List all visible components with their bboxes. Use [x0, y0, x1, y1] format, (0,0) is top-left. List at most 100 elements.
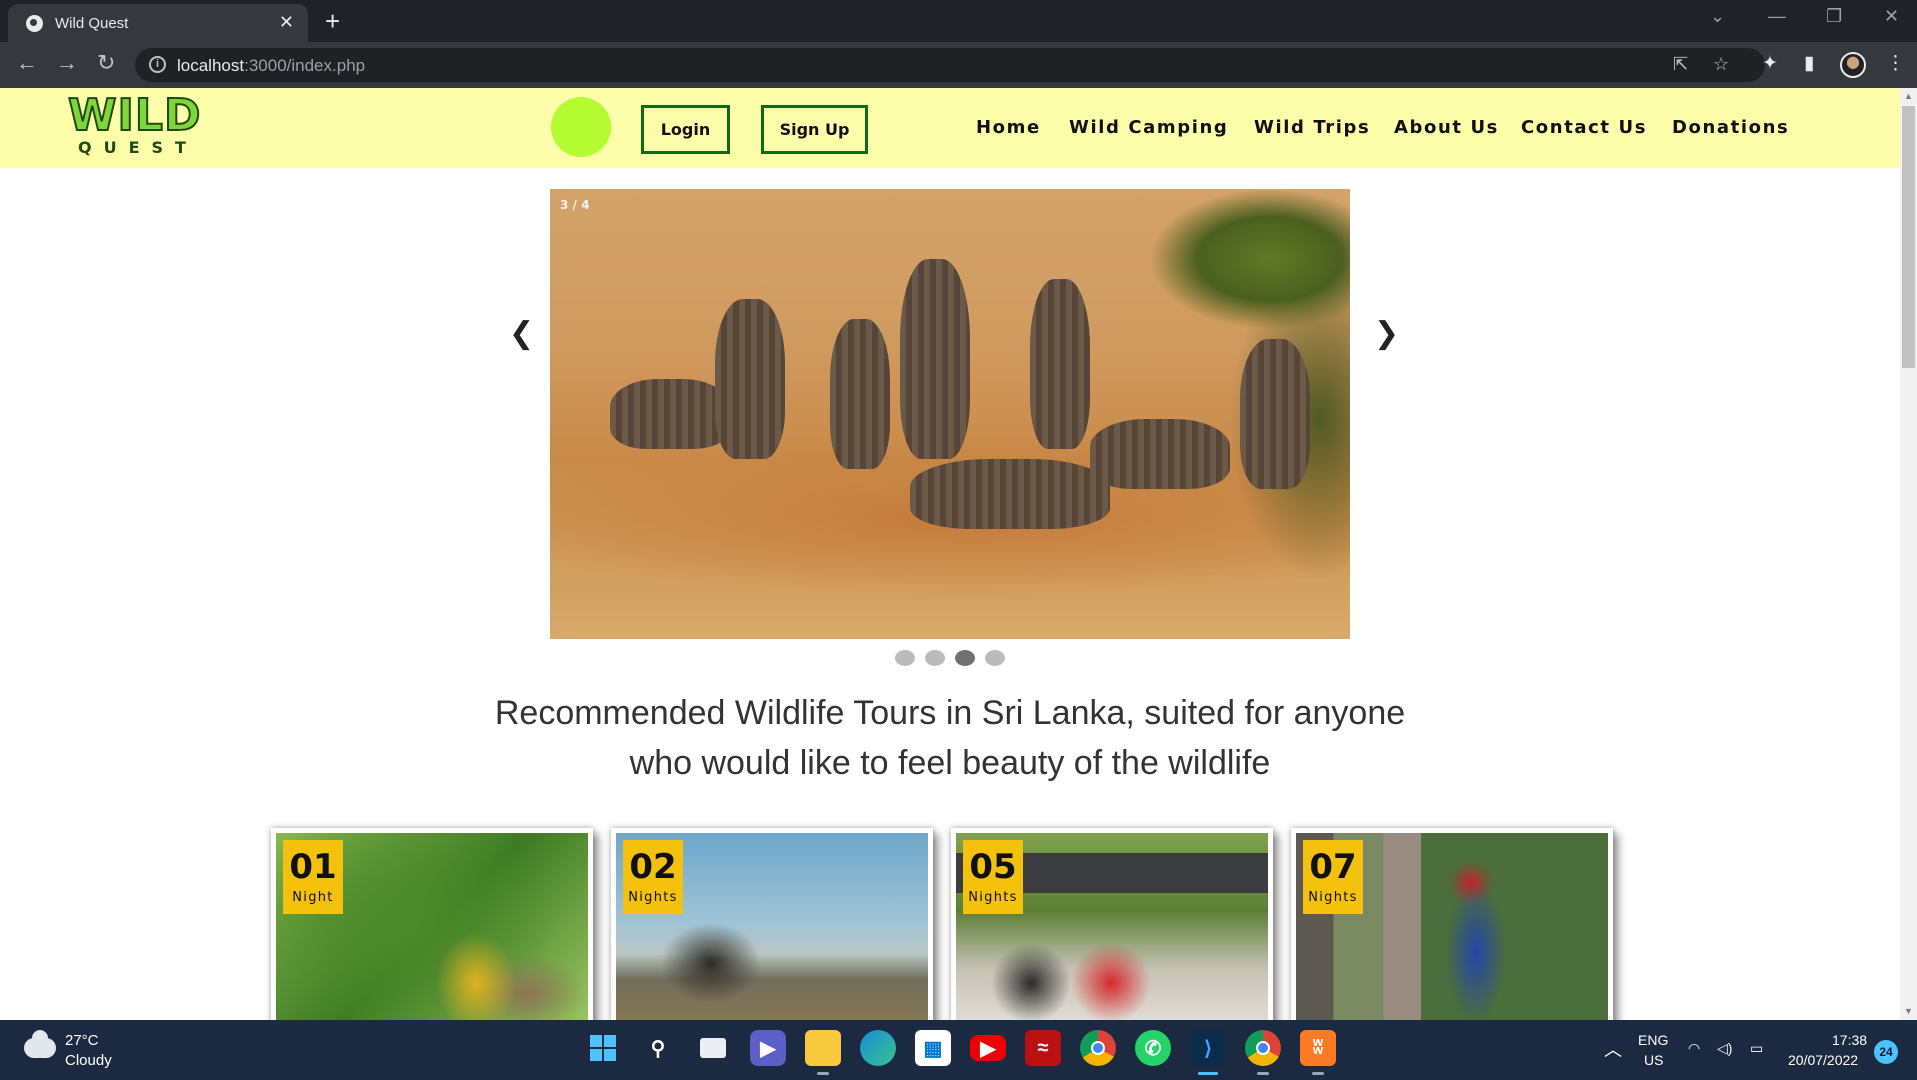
app-icon[interactable]: ≈: [1025, 1030, 1061, 1066]
url-text[interactable]: localhost:3000/index.php: [177, 56, 365, 76]
nav-home[interactable]: Home: [976, 117, 1041, 138]
forward-arrow-icon[interactable]: →: [56, 52, 78, 74]
duration-number: 01: [289, 847, 337, 887]
back-arrow-icon[interactable]: ←: [16, 52, 38, 74]
duration-badge: 02 Nights: [623, 840, 683, 914]
extensions-icon[interactable]: ✦: [1762, 52, 1778, 75]
wild-quest-logo[interactable]: WILD QUEST: [67, 93, 201, 160]
share-icon[interactable]: ⇱: [1673, 54, 1688, 75]
mongoose-shape: [1090, 419, 1230, 489]
login-button[interactable]: Login: [641, 105, 730, 154]
profile-avatar-icon[interactable]: [1840, 52, 1866, 78]
speaker-icon[interactable]: ◁): [1717, 1040, 1732, 1057]
minimize-icon[interactable]: —: [1768, 6, 1786, 27]
site-header: WILD QUEST Login Sign Up Home Wild Campi…: [0, 88, 1900, 168]
mongoose-shape: [610, 379, 730, 449]
duration-badge: 07 Nights: [1303, 840, 1363, 914]
xampp-icon[interactable]: ʬ: [1300, 1030, 1336, 1066]
carousel-dot[interactable]: [925, 650, 945, 666]
signup-button[interactable]: Sign Up: [761, 105, 868, 154]
browser-tab-strip: Wild Quest ✕ + ⌄ — ❐ ✕: [0, 0, 1917, 42]
duration-number: 02: [629, 847, 677, 887]
logo-wild-text: WILD: [67, 90, 202, 141]
active-app-indicator: [1198, 1072, 1218, 1075]
chevron-up-icon[interactable]: ︿: [1604, 1036, 1622, 1062]
scroll-up-icon[interactable]: ▲: [1900, 88, 1917, 105]
mongoose-shape: [900, 259, 970, 459]
mongoose-shape: [1240, 339, 1310, 489]
duration-unit: Nights: [1308, 890, 1358, 905]
duration-unit: Nights: [968, 890, 1018, 905]
carousel-dot[interactable]: [985, 650, 1005, 666]
notification-count-badge[interactable]: 24: [1874, 1040, 1898, 1064]
tab-close-icon[interactable]: ✕: [279, 12, 294, 33]
youtube-icon[interactable]: ▶: [970, 1035, 1006, 1061]
tour-card[interactable]: 01 Night: [271, 828, 593, 1020]
vscode-icon[interactable]: ⟩: [1190, 1030, 1226, 1066]
page-scrollbar[interactable]: ▲ ▼: [1900, 88, 1917, 1020]
nav-wild-trips[interactable]: Wild Trips: [1254, 117, 1370, 138]
task-view-icon[interactable]: [695, 1030, 731, 1066]
site-info-icon[interactable]: i: [149, 56, 166, 73]
teams-chat-icon[interactable]: ▶: [750, 1030, 786, 1066]
weather-condition[interactable]: Cloudy: [65, 1052, 112, 1069]
image-carousel: 3 / 4: [550, 189, 1350, 639]
window-close-icon[interactable]: ✕: [1884, 6, 1899, 27]
bookmark-star-icon[interactable]: ☆: [1713, 54, 1729, 75]
edge-icon[interactable]: [860, 1030, 896, 1066]
battery-icon[interactable]: ▭: [1750, 1040, 1763, 1057]
tour-card[interactable]: 02 Nights: [611, 828, 933, 1020]
mongoose-shape: [830, 319, 890, 469]
scroll-down-icon[interactable]: ▼: [1900, 1003, 1917, 1020]
wifi-icon[interactable]: ◠: [1688, 1040, 1700, 1057]
tab-search-icon[interactable]: ⌄: [1710, 6, 1725, 27]
url-host: localhost: [177, 56, 245, 75]
reload-icon[interactable]: ↻: [97, 52, 115, 74]
carousel-dot[interactable]: [895, 650, 915, 666]
whatsapp-icon[interactable]: ✆: [1135, 1030, 1171, 1066]
carousel-dot-active[interactable]: [955, 650, 975, 666]
chrome-icon[interactable]: [1080, 1030, 1116, 1066]
new-tab-icon[interactable]: +: [325, 6, 340, 37]
scroll-thumb[interactable]: [1902, 106, 1915, 368]
weather-temperature[interactable]: 27°C: [65, 1032, 99, 1049]
globe-icon: [26, 15, 43, 32]
language-top[interactable]: ENG: [1638, 1032, 1668, 1048]
carousel-prev-button[interactable]: ❮: [509, 316, 534, 351]
running-indicator: [1257, 1072, 1269, 1075]
windows-start-icon[interactable]: [585, 1030, 621, 1066]
duration-badge: 05 Nights: [963, 840, 1023, 914]
tour-card[interactable]: 05 Nights: [951, 828, 1273, 1020]
browser-tab[interactable]: Wild Quest ✕: [8, 4, 308, 42]
mongoose-shape: [715, 299, 785, 459]
nav-wild-camping[interactable]: Wild Camping: [1069, 117, 1228, 138]
duration-badge: 01 Night: [283, 840, 343, 914]
nav-contact-us[interactable]: Contact Us: [1521, 117, 1647, 138]
nav-about-us[interactable]: About Us: [1394, 117, 1499, 138]
file-explorer-icon[interactable]: [805, 1030, 841, 1066]
chrome-profile-icon[interactable]: [1245, 1030, 1281, 1066]
cloud-icon[interactable]: [24, 1030, 56, 1058]
duration-number: 05: [969, 847, 1017, 887]
nav-donations[interactable]: Donations: [1672, 117, 1789, 138]
duration-number: 07: [1309, 847, 1357, 887]
clock-date[interactable]: 20/07/2022: [1788, 1052, 1858, 1068]
address-bar[interactable]: i localhost:3000/index.php ⇱ ☆: [135, 48, 1765, 82]
windows-taskbar: 27°C Cloudy ︿ ENG US ◠ ◁) ▭ 17:38 20/07/…: [0, 1020, 1917, 1080]
carousel-slide-image: [550, 189, 1350, 639]
url-path: :3000/index.php: [244, 56, 366, 75]
restore-icon[interactable]: ❐: [1826, 6, 1842, 27]
duration-unit: Nights: [628, 890, 678, 905]
mongoose-shape: [910, 459, 1110, 529]
side-panel-icon[interactable]: ▮: [1804, 52, 1814, 75]
kebab-menu-icon[interactable]: ⋮: [1886, 52, 1905, 75]
store-icon[interactable]: ▦: [915, 1030, 951, 1066]
tour-card[interactable]: 07 Nights: [1291, 828, 1613, 1020]
page-viewport: WILD QUEST Login Sign Up Home Wild Campi…: [0, 88, 1900, 1020]
search-icon[interactable]: ⚲: [640, 1030, 676, 1066]
heading-line-1: Recommended Wildlife Tours in Sri Lanka,…: [494, 694, 1406, 732]
language-bottom[interactable]: US: [1644, 1052, 1663, 1068]
clock-time[interactable]: 17:38: [1832, 1032, 1867, 1048]
running-indicator: [817, 1072, 829, 1075]
carousel-next-button[interactable]: ❯: [1374, 316, 1399, 351]
